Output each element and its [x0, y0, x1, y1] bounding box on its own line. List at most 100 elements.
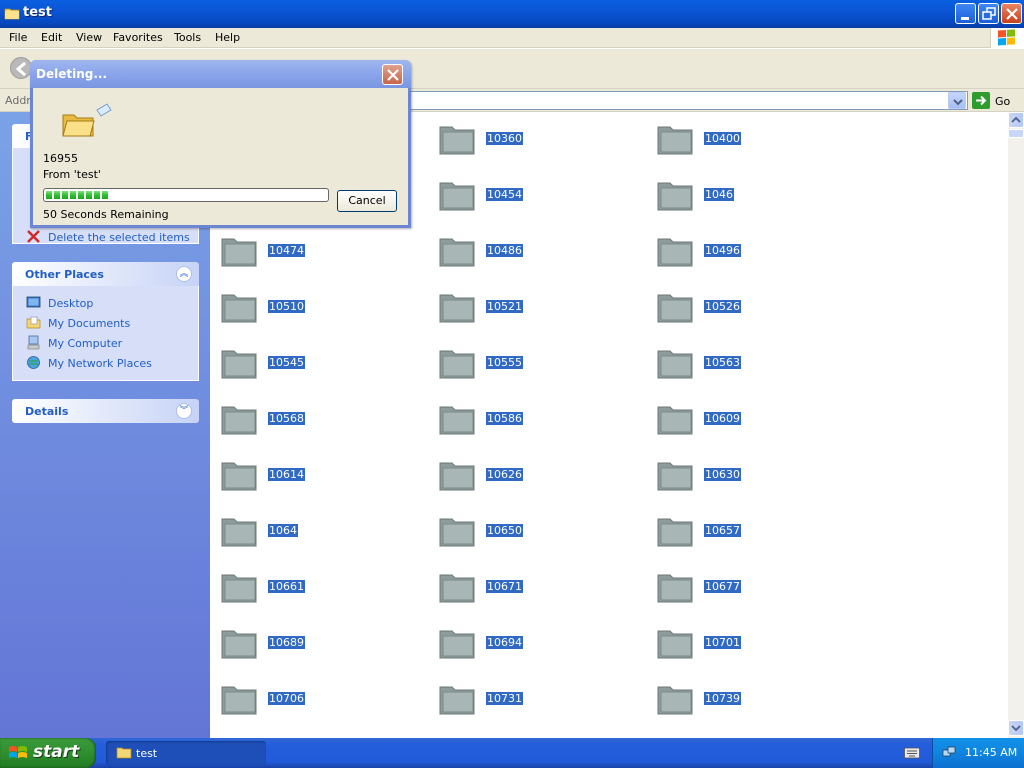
- folder-item[interactable]: 10739: [656, 680, 856, 720]
- close-icon: [387, 69, 399, 81]
- folder-item[interactable]: 10706: [220, 680, 420, 720]
- folder-item[interactable]: 10586: [438, 400, 638, 440]
- progress-block: [102, 191, 108, 199]
- details-header[interactable]: Details ︾: [12, 399, 199, 423]
- window-title: test: [23, 5, 52, 20]
- folder-icon: [657, 126, 693, 155]
- folder-item[interactable]: 10454: [438, 176, 638, 216]
- other-places-header[interactable]: Other Places ︽: [12, 262, 199, 286]
- folder-item[interactable]: 10474: [220, 232, 420, 272]
- progress-block: [86, 191, 92, 199]
- folder-item[interactable]: 10555: [438, 344, 638, 384]
- folder-item[interactable]: 10661: [220, 568, 420, 608]
- folder-item[interactable]: 10360: [438, 120, 638, 160]
- go-label[interactable]: Go: [995, 95, 1010, 108]
- folder-item[interactable]: 10400: [656, 120, 856, 160]
- other-place-network-places[interactable]: My Network Places: [13, 354, 198, 374]
- menu-tools[interactable]: Tools: [174, 31, 201, 44]
- clock[interactable]: 11:45 AM: [965, 746, 1017, 759]
- menu-edit[interactable]: Edit: [41, 31, 62, 44]
- folder-item[interactable]: 1046: [656, 176, 856, 216]
- folder-item[interactable]: 10521: [438, 288, 638, 328]
- folder-item[interactable]: 10496: [656, 232, 856, 272]
- other-place-my-documents[interactable]: My Documents: [13, 314, 198, 334]
- folder-item[interactable]: 10526: [656, 288, 856, 328]
- folder-icon: [657, 238, 693, 267]
- scroll-down-button[interactable]: [1008, 720, 1024, 736]
- folder-item[interactable]: 10626: [438, 456, 638, 496]
- close-button[interactable]: [1001, 3, 1022, 24]
- folder-name: 10701: [704, 636, 741, 649]
- dialog-close-button[interactable]: [382, 64, 403, 85]
- folder-name: 10630: [704, 468, 741, 481]
- folder-icon: [657, 350, 693, 379]
- window-title-bar[interactable]: test: [0, 0, 1024, 28]
- folder-icon: [439, 350, 475, 379]
- deleting-item-name: 16955: [43, 152, 78, 165]
- progress-block: [54, 191, 60, 199]
- folder-item[interactable]: 10545: [220, 344, 420, 384]
- start-button[interactable]: start: [0, 738, 96, 768]
- dialog-title-bar[interactable]: Deleting...: [30, 60, 411, 88]
- folder-name: 10609: [704, 412, 741, 425]
- folder-item[interactable]: 10568: [220, 400, 420, 440]
- folder-name: 10614: [268, 468, 305, 481]
- folder-item[interactable]: 1064: [220, 512, 420, 552]
- taskbar-window-button[interactable]: test: [106, 741, 266, 765]
- address-dropdown-button[interactable]: [948, 92, 966, 109]
- restore-icon: [982, 7, 996, 20]
- maximize-button[interactable]: [978, 3, 999, 24]
- folder-name: 10586: [486, 412, 523, 425]
- keyboard-icon[interactable]: [904, 747, 920, 759]
- folder-name: 10400: [704, 132, 741, 145]
- folder-item[interactable]: 10510: [220, 288, 420, 328]
- folder-item[interactable]: 10563: [656, 344, 856, 384]
- menu-file[interactable]: File: [9, 31, 27, 44]
- folder-name: 10474: [268, 244, 305, 257]
- folder-item[interactable]: 10657: [656, 512, 856, 552]
- expand-chevron-icon[interactable]: ︾: [176, 403, 192, 419]
- folder-item[interactable]: 10731: [438, 680, 638, 720]
- network-status-icon[interactable]: [942, 746, 956, 760]
- start-label: start: [33, 742, 80, 762]
- scroll-up-button[interactable]: [1008, 112, 1024, 128]
- scroll-thumb[interactable]: [1008, 129, 1024, 138]
- progress-block: [62, 191, 68, 199]
- folder-icon: [4, 8, 20, 20]
- folder-name: 1046: [704, 188, 734, 201]
- folder-name: 10677: [704, 580, 741, 593]
- minimize-button[interactable]: [955, 3, 976, 24]
- other-place-desktop[interactable]: Desktop: [13, 294, 198, 314]
- menu-favorites[interactable]: Favorites: [113, 31, 163, 44]
- other-place-my-computer[interactable]: My Computer: [13, 334, 198, 354]
- folder-item[interactable]: 10609: [656, 400, 856, 440]
- folder-name: 10731: [486, 692, 523, 705]
- dialog-title: Deleting...: [36, 67, 108, 81]
- other-places-title: Other Places: [25, 268, 104, 281]
- go-arrow-icon: [976, 95, 987, 106]
- folder-item[interactable]: 10630: [656, 456, 856, 496]
- folder-item[interactable]: 10650: [438, 512, 638, 552]
- go-button[interactable]: [972, 92, 990, 109]
- collapse-chevron-icon[interactable]: ︽: [176, 266, 192, 282]
- back-button[interactable]: [10, 57, 32, 79]
- delete-selected-items-link[interactable]: Delete the selected items: [13, 228, 198, 248]
- details-title: Details: [25, 405, 69, 418]
- cancel-button[interactable]: Cancel: [337, 190, 397, 212]
- folder-item[interactable]: 10614: [220, 456, 420, 496]
- folder-item[interactable]: 10671: [438, 568, 638, 608]
- folder-item[interactable]: 10701: [656, 624, 856, 664]
- vertical-scrollbar[interactable]: [1008, 112, 1024, 738]
- folder-item[interactable]: 10689: [220, 624, 420, 664]
- folder-item[interactable]: 10486: [438, 232, 638, 272]
- folder-name: 10626: [486, 468, 523, 481]
- deleting-from-text: From 'test': [43, 168, 101, 181]
- folder-name: 10496: [704, 244, 741, 257]
- menu-help[interactable]: Help: [215, 31, 240, 44]
- menu-view[interactable]: View: [76, 31, 102, 44]
- folder-name: 10454: [486, 188, 523, 201]
- folder-name: 10563: [704, 356, 741, 369]
- progress-fill: [46, 191, 326, 199]
- folder-item[interactable]: 10694: [438, 624, 638, 664]
- folder-item[interactable]: 10677: [656, 568, 856, 608]
